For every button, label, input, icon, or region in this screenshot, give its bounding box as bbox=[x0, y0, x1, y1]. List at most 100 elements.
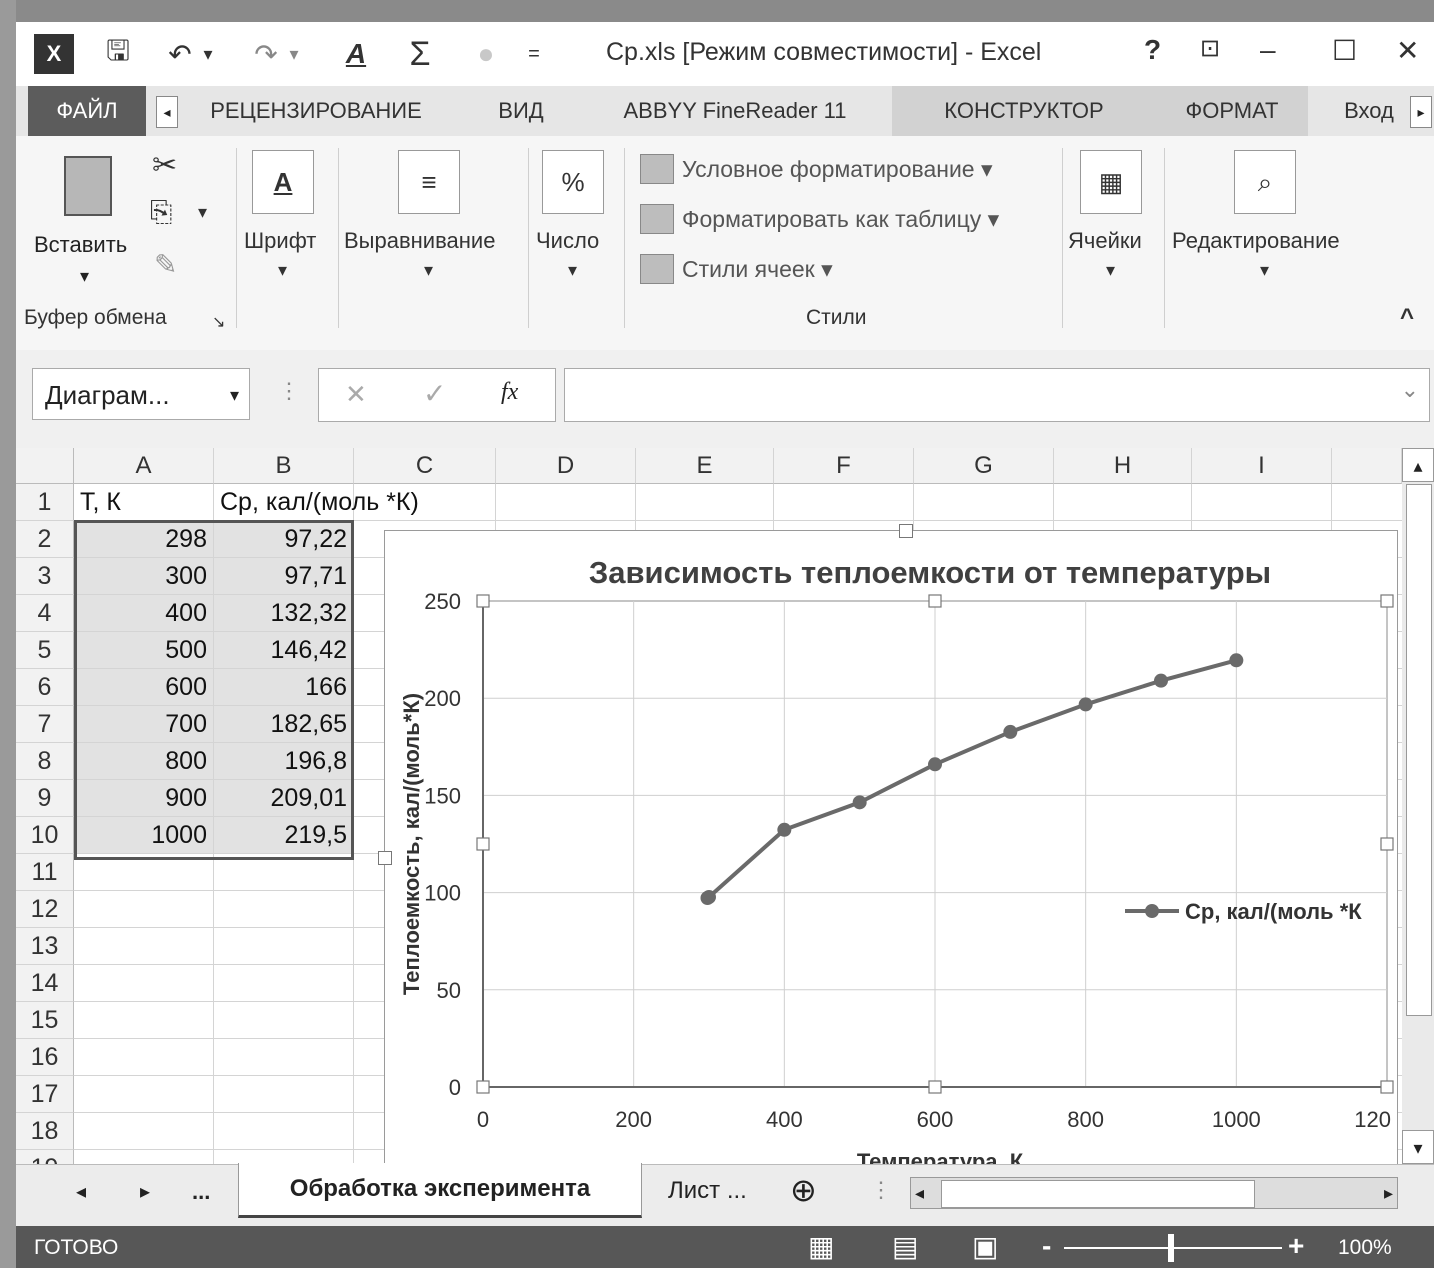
hscroll-thumb[interactable] bbox=[941, 1180, 1255, 1208]
cell-temperature[interactable]: 900 bbox=[74, 780, 214, 817]
minimize-icon[interactable]: – bbox=[1260, 34, 1276, 66]
editing-dropdown-icon[interactable]: ▾ bbox=[1260, 260, 1269, 281]
cell-heat-capacity[interactable]: 182,65 bbox=[214, 706, 354, 743]
excel-app-icon[interactable]: X bbox=[34, 34, 74, 74]
cell-heat-capacity[interactable]: 97,71 bbox=[214, 558, 354, 595]
collapse-ribbon-icon[interactable]: ^ bbox=[1400, 304, 1414, 332]
maximize-icon[interactable]: ☐ bbox=[1332, 34, 1357, 67]
zoom-out-button[interactable]: - bbox=[1042, 1230, 1051, 1262]
row-header[interactable]: 15 bbox=[16, 1002, 74, 1039]
alignment-icon[interactable]: ≡ bbox=[398, 150, 460, 214]
chart-resize-handle[interactable] bbox=[378, 851, 392, 865]
column-header[interactable]: F bbox=[774, 448, 914, 484]
chart-resize-handle[interactable] bbox=[899, 524, 913, 538]
row-header[interactable]: 13 bbox=[16, 928, 74, 965]
sign-in-link[interactable]: Вход bbox=[1334, 86, 1404, 136]
scroll-thumb[interactable] bbox=[1406, 484, 1432, 1016]
autosum-icon[interactable]: Σ bbox=[400, 34, 440, 74]
undo-icon[interactable]: ↶ bbox=[162, 34, 198, 74]
redo-icon[interactable]: ↷ bbox=[248, 34, 284, 74]
number-dropdown-icon[interactable]: ▾ bbox=[568, 260, 577, 281]
vertical-scrollbar[interactable]: ▴ ▾ bbox=[1402, 448, 1434, 1164]
format-painter-icon[interactable]: ✎ bbox=[154, 248, 177, 281]
cancel-icon[interactable]: ✕ bbox=[345, 379, 367, 410]
cell-a1[interactable]: Т, К bbox=[74, 484, 214, 521]
redo-dropdown-icon[interactable]: ▾ bbox=[284, 34, 304, 74]
alignment-dropdown-icon[interactable]: ▾ bbox=[424, 260, 433, 281]
row-header[interactable]: 17 bbox=[16, 1076, 74, 1113]
column-header[interactable]: H bbox=[1054, 448, 1192, 484]
expand-formula-icon[interactable]: ⌄ bbox=[1401, 377, 1419, 403]
cell-temperature[interactable]: 600 bbox=[74, 669, 214, 706]
sheet-tab[interactable]: Лист ... bbox=[668, 1177, 747, 1205]
editing-group-button[interactable]: Редактирование bbox=[1172, 228, 1340, 254]
cell-b1[interactable]: Ср, кал/(моль *К) bbox=[214, 484, 514, 521]
sheet-prev-icon[interactable]: ◂ bbox=[76, 1179, 86, 1204]
column-header[interactable] bbox=[1332, 448, 1402, 484]
cut-icon[interactable]: ✂ bbox=[152, 148, 177, 183]
cell-temperature[interactable]: 500 bbox=[74, 632, 214, 669]
page-break-view-icon[interactable]: ▣ bbox=[972, 1230, 998, 1263]
formula-input[interactable]: ⌄ bbox=[564, 368, 1430, 422]
font-group-button[interactable]: Шрифт bbox=[244, 228, 316, 254]
sheet-tab-active[interactable]: Обработка эксперимента bbox=[238, 1163, 642, 1218]
number-format-icon[interactable]: % bbox=[542, 150, 604, 214]
spelling-icon[interactable]: A bbox=[336, 34, 376, 74]
column-header[interactable]: G bbox=[914, 448, 1054, 484]
cells-dropdown-icon[interactable]: ▾ bbox=[1106, 260, 1115, 281]
tab-scroll-right-icon[interactable]: ▸ bbox=[1410, 96, 1432, 128]
number-group-button[interactable]: Число bbox=[536, 228, 599, 254]
scroll-up-icon[interactable]: ▴ bbox=[1402, 448, 1434, 482]
alignment-group-button[interactable]: Выравнивание bbox=[344, 228, 495, 254]
cell-temperature[interactable]: 800 bbox=[74, 743, 214, 780]
column-header[interactable]: E bbox=[636, 448, 774, 484]
conditional-formatting-button[interactable]: Условное форматирование ▾ bbox=[640, 154, 993, 184]
font-dropdown-icon[interactable]: ▾ bbox=[278, 260, 287, 281]
row-header[interactable]: 16 bbox=[16, 1039, 74, 1076]
column-header[interactable]: C bbox=[354, 448, 496, 484]
zoom-slider-thumb[interactable] bbox=[1168, 1234, 1174, 1262]
circle-icon[interactable]: ● bbox=[466, 34, 506, 74]
paste-button[interactable]: Вставить ▾ bbox=[34, 150, 144, 300]
cells-icon[interactable]: ▦ bbox=[1080, 150, 1142, 214]
save-icon[interactable]: 🖫 bbox=[98, 34, 138, 74]
page-layout-view-icon[interactable]: ▤ bbox=[892, 1230, 918, 1263]
cell-temperature[interactable]: 1000 bbox=[74, 817, 214, 854]
cell-styles-button[interactable]: Стили ячеек ▾ bbox=[640, 254, 833, 284]
row-header[interactable]: 6 bbox=[16, 669, 74, 706]
tab-file[interactable]: ФАЙЛ bbox=[28, 86, 146, 136]
cell-heat-capacity[interactable]: 132,32 bbox=[214, 595, 354, 632]
clipboard-launcher-icon[interactable]: ↘ bbox=[212, 312, 225, 332]
tab-review[interactable]: РЕЦЕНЗИРОВАНИЕ bbox=[192, 86, 440, 136]
row-header[interactable]: 11 bbox=[16, 854, 74, 891]
row-header[interactable]: 12 bbox=[16, 891, 74, 928]
hscroll-right-icon[interactable]: ▸ bbox=[1384, 1178, 1393, 1208]
name-box[interactable]: Диаграм... ▾ bbox=[32, 368, 250, 420]
tab-abbyy[interactable]: ABBYY FineReader 11 bbox=[604, 86, 866, 136]
tab-format[interactable]: ФОРМАТ bbox=[1156, 86, 1308, 136]
cell-heat-capacity[interactable]: 97,22 bbox=[214, 521, 354, 558]
tab-scroll-left-icon[interactable]: ◂ bbox=[156, 96, 178, 128]
row-header[interactable]: 1 bbox=[16, 484, 74, 521]
chart-area[interactable]: Зависимость теплоемкости от температуры 0… bbox=[378, 524, 1398, 1164]
row-header[interactable]: 4 bbox=[16, 595, 74, 632]
tab-split-handle-icon[interactable]: ⋮ bbox=[870, 1177, 892, 1203]
cells-group-button[interactable]: Ячейки bbox=[1068, 228, 1142, 254]
scroll-down-icon[interactable]: ▾ bbox=[1402, 1130, 1434, 1164]
cell-heat-capacity[interactable]: 166 bbox=[214, 669, 354, 706]
column-header[interactable]: I bbox=[1192, 448, 1332, 484]
tab-design[interactable]: КОНСТРУКТОР bbox=[892, 86, 1156, 136]
row-header[interactable]: 14 bbox=[16, 965, 74, 1002]
row-header[interactable]: 10 bbox=[16, 817, 74, 854]
copy-dropdown-icon[interactable]: ▾ bbox=[198, 202, 207, 223]
row-header[interactable]: 8 bbox=[16, 743, 74, 780]
name-box-dropdown-icon[interactable]: ▾ bbox=[230, 369, 239, 421]
row-header[interactable]: 7 bbox=[16, 706, 74, 743]
formula-bar-handle-icon[interactable]: ⋮ bbox=[278, 378, 300, 404]
row-header[interactable]: 3 bbox=[16, 558, 74, 595]
column-header[interactable]: B bbox=[214, 448, 354, 484]
font-icon[interactable]: A bbox=[252, 150, 314, 214]
customize-qat-icon[interactable]: = bbox=[522, 34, 546, 74]
normal-view-icon[interactable]: ▦ bbox=[808, 1230, 834, 1263]
cell-heat-capacity[interactable]: 209,01 bbox=[214, 780, 354, 817]
